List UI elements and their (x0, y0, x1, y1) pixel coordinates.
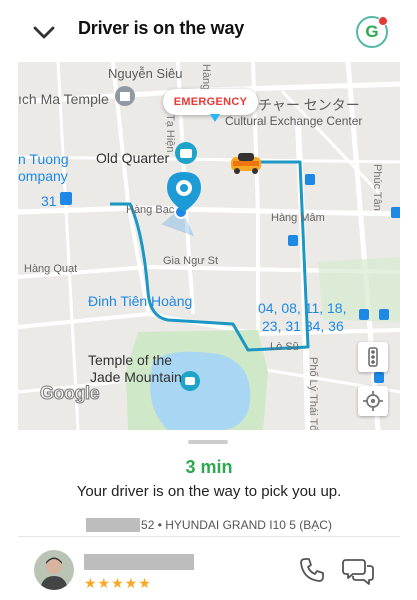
map-label: Hàng Bạc (126, 204, 175, 216)
map-label: Jade Mountain (90, 369, 182, 385)
my-location-button[interactable] (358, 386, 388, 416)
call-driver-button[interactable] (298, 556, 326, 584)
vehicle-description: 52 • HYUNDAI GRAND I10 5 (BẠC) (141, 518, 332, 532)
chat-driver-button[interactable] (342, 556, 374, 586)
status-message: Your driver is on the way to pick you up… (76, 483, 342, 500)
top-bar: Driver is on the way G (0, 0, 417, 62)
emergency-pointer (210, 114, 220, 122)
drag-handle[interactable] (188, 440, 228, 444)
page-title: Driver is on the way (78, 18, 245, 38)
map-label: ıch Ma Temple (18, 91, 109, 107)
map-label: ompany (18, 168, 68, 184)
traffic-layer-button[interactable] (358, 342, 388, 372)
map-label: Phúc Tân (371, 164, 383, 211)
emergency-button[interactable]: EMERGENCY (163, 89, 258, 115)
map-label: Gia Ngư St (163, 255, 219, 267)
map-label: Hàng Quạt (24, 263, 78, 275)
eta-text: 3 min (185, 457, 233, 477)
map-label: Temple of the (88, 352, 173, 368)
profile-button[interactable]: G (356, 16, 388, 48)
map-label: Đinh Tiên Hoàng (88, 293, 193, 309)
driver-avatar[interactable] (34, 550, 74, 590)
grab-g-icon: G (365, 22, 379, 41)
map-label: Hàng Mâm (271, 212, 325, 224)
map-label: Phố Lý Thái Tổ (307, 357, 319, 430)
vehicle-info: 52 • HYUNDAI GRAND I10 5 (BẠC) (18, 518, 400, 532)
trip-sheet: 3 min Your driver is on the way to pick … (18, 430, 400, 600)
divider (18, 536, 400, 537)
chevron-down-icon[interactable] (30, 18, 58, 46)
driver-rating: ★★★★★ (84, 575, 152, 591)
map-label: Cultural Exchange Center (225, 114, 363, 128)
map-label: Tạ Hiện (164, 114, 176, 153)
map-label: チャー センター (258, 97, 360, 113)
map-view[interactable]: Nguyễn Siêu Hàng Dư ıch Ma Temple チャー セン… (18, 62, 400, 430)
map-label: 04, 08, 11, 18, (258, 300, 347, 316)
map-label: Nguyễn Siêu (108, 66, 183, 81)
google-logo: Google (40, 383, 101, 404)
notification-dot (378, 16, 388, 26)
map-label: Lò Sũ (270, 341, 299, 353)
chat-icon (342, 559, 374, 585)
phone-icon (300, 558, 324, 582)
crosshair-icon (363, 391, 383, 411)
traffic-light-icon (368, 347, 378, 367)
map-label: 23, 31 34, 36 (262, 318, 344, 334)
redacted-plate (86, 518, 141, 532)
redacted-driver-name (84, 554, 194, 570)
map-label: Old Quarter (96, 150, 170, 166)
map-label: n Tuong (18, 151, 69, 167)
map-label: 31 (41, 193, 57, 209)
